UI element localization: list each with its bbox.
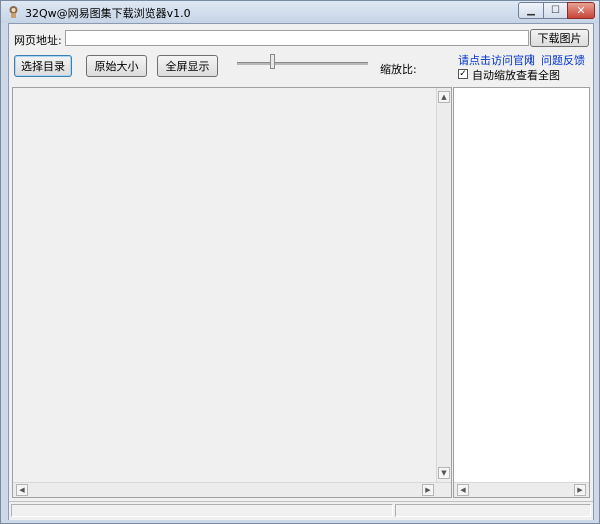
image-view-horizontal-scrollbar[interactable]: ◀ ▶ [13, 482, 451, 497]
status-segment-left [11, 504, 393, 517]
maximize-button[interactable]: ☐ [543, 2, 568, 19]
url-label: 网页地址: [14, 34, 62, 47]
status-bar [9, 501, 593, 520]
feedback-link[interactable]: 问题反馈 [541, 52, 585, 68]
client-area: 网页地址: 下载图片 选择目录 原始大小 全屏显示 缩放比: 请点击访问官网 |… [8, 23, 594, 520]
choose-directory-button[interactable]: 选择目录 [14, 55, 72, 77]
scroll-left-icon[interactable]: ◀ [16, 484, 28, 496]
thumbnail-horizontal-scrollbar[interactable]: ◀ ▶ [454, 482, 589, 497]
maximize-icon: ☐ [551, 5, 560, 16]
scroll-right-icon[interactable]: ▶ [422, 484, 434, 496]
app-window: 32Qw@网易图集下载浏览器v1.0 ▁ ☐ ✕ 网页地址: 下载图片 选择目录… [0, 0, 600, 524]
fullscreen-button[interactable]: 全屏显示 [157, 55, 218, 77]
scroll-down-icon[interactable]: ▼ [438, 467, 450, 479]
zoom-slider-track[interactable] [237, 62, 368, 65]
visit-site-link[interactable]: 请点击访问官网 [458, 52, 535, 68]
zoom-label: 缩放比: [380, 63, 417, 76]
minimize-button[interactable]: ▁ [518, 2, 544, 19]
scroll-left-icon[interactable]: ◀ [457, 484, 469, 496]
close-icon: ✕ [576, 4, 586, 17]
url-input[interactable] [65, 30, 529, 46]
scroll-right-icon[interactable]: ▶ [574, 484, 586, 496]
zoom-slider-thumb[interactable] [269, 54, 275, 69]
image-view-vertical-scrollbar[interactable]: ▲ ▼ [436, 88, 451, 482]
auto-zoom-label: 自动缩放查看全图 [472, 69, 560, 82]
status-segment-right [395, 504, 591, 517]
link-separator: | [529, 52, 533, 65]
app-icon [9, 6, 18, 18]
image-view-pane[interactable]: ▲ ▼ ◀ ▶ [12, 87, 452, 498]
thumbnail-list-pane[interactable]: ◀ ▶ [453, 87, 590, 498]
original-size-button[interactable]: 原始大小 [86, 55, 147, 77]
auto-zoom-checkbox[interactable]: ✓ [458, 69, 468, 79]
scroll-up-icon[interactable]: ▲ [438, 91, 450, 103]
download-button[interactable]: 下载图片 [530, 29, 589, 47]
window-title: 32Qw@网易图集下载浏览器v1.0 [25, 7, 191, 20]
title-bar[interactable]: 32Qw@网易图集下载浏览器v1.0 ▁ ☐ ✕ [1, 1, 599, 23]
minimize-icon: ▁ [527, 5, 535, 16]
checkmark-icon: ✓ [459, 69, 467, 79]
close-button[interactable]: ✕ [567, 2, 595, 19]
